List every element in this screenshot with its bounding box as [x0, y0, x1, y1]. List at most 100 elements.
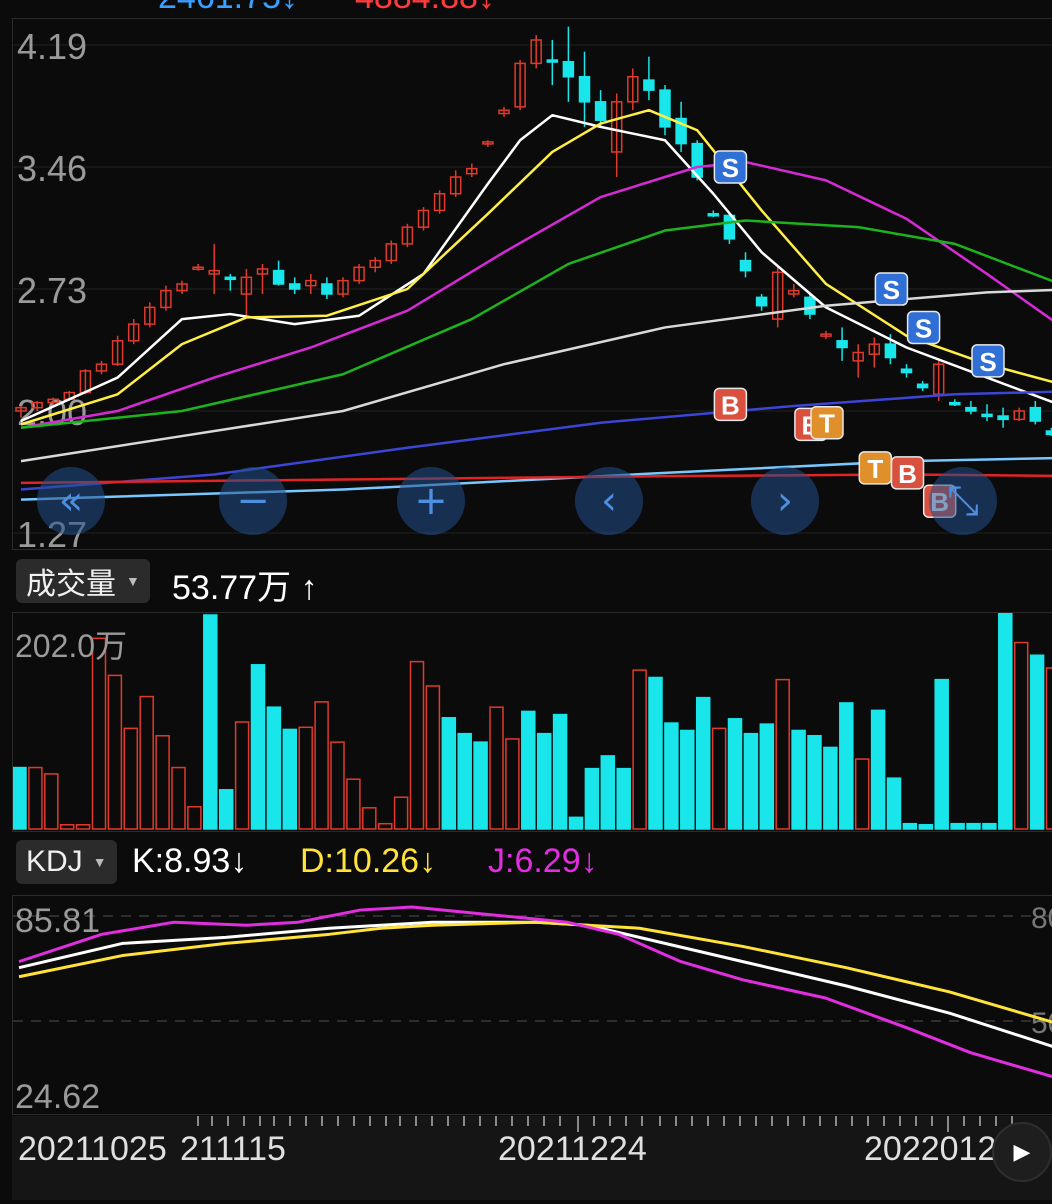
volume-arrow-icon: ↑	[300, 569, 318, 607]
volume-bar	[934, 678, 949, 830]
volume-bar	[187, 806, 202, 830]
volume-bar	[568, 816, 584, 830]
volume-bar	[727, 718, 743, 830]
d-readout: D:10.26↓	[300, 842, 437, 880]
volume-bar	[425, 685, 441, 830]
volume-bar	[552, 713, 568, 830]
scroll-left-button[interactable]: «	[37, 467, 105, 535]
volume-bar	[823, 746, 838, 830]
volume-value: 53.77万	[172, 569, 292, 607]
candle-body	[949, 401, 961, 406]
zoom-out-button[interactable]: −	[219, 467, 287, 535]
signal-marker-B: B	[713, 387, 748, 422]
volume-bar	[950, 822, 965, 830]
volume-bar	[203, 614, 218, 830]
volume-bar	[839, 702, 854, 830]
right-axis-label: 80	[1031, 902, 1052, 935]
kdj-panel[interactable]: 80 50 85.81 24.62	[12, 895, 1052, 1115]
candle-body	[965, 406, 977, 412]
dropdown-triangle-icon: ▼	[126, 573, 140, 589]
volume-bar	[13, 766, 27, 830]
kdj-header: KDJ ▼ K:8.93↓ D:10.26↓ J:6.29↓	[0, 836, 1052, 888]
prev-button[interactable]: ‹	[575, 467, 643, 535]
volume-bar	[982, 822, 997, 830]
dropdown-triangle-icon: ▼	[92, 854, 107, 870]
fullscreen-button[interactable]: ⤡	[929, 467, 997, 535]
volume-bar	[886, 777, 902, 830]
volume-bar	[1029, 654, 1045, 830]
volume-bar	[807, 735, 822, 830]
j-line	[18, 905, 1052, 1079]
volume-bar	[966, 822, 981, 830]
kdj-max-label: 85.81	[15, 902, 100, 940]
candle-body	[594, 101, 607, 121]
volume-bar	[155, 735, 170, 830]
candle-body	[981, 413, 993, 418]
volume-bar	[28, 766, 43, 830]
volume-bar	[489, 706, 504, 830]
signal-label: S	[979, 347, 996, 377]
volume-bar	[457, 732, 472, 830]
date-label: 20211025	[18, 1130, 167, 1168]
volume-bar	[616, 767, 631, 830]
candle-body	[836, 340, 848, 349]
candle-body	[224, 276, 237, 281]
price-panel[interactable]: 4.193.462.732.001.27SBBTSSTBBSBBSBSB «−+…	[12, 18, 1052, 550]
signal-marker-S: S	[874, 272, 909, 306]
volume-bar	[600, 755, 616, 830]
candle-body	[288, 283, 301, 290]
candle-body	[578, 76, 591, 103]
volume-bar	[409, 660, 425, 830]
y-tick-label: 2.73	[17, 270, 87, 311]
kdj-indicator-selector[interactable]: KDJ ▼	[16, 840, 117, 884]
top-left-readout: 2461.75↓	[158, 0, 298, 14]
volume-bar	[711, 727, 727, 830]
volume-bar	[441, 717, 457, 830]
volume-bar	[664, 722, 679, 830]
signal-marker-T: T	[858, 451, 893, 485]
candle-body	[804, 296, 816, 315]
k-readout: K:8.93↓	[132, 842, 248, 880]
volume-bar	[1045, 667, 1052, 830]
volume-bar	[584, 767, 600, 830]
volume-bar	[44, 773, 59, 830]
volume-bar	[234, 721, 250, 830]
date-label: 211115	[180, 1130, 286, 1168]
volume-panel[interactable]: 202.0万	[12, 612, 1052, 832]
volume-bar	[775, 678, 790, 830]
volume-bar	[282, 728, 298, 830]
candle-body	[643, 79, 655, 91]
volume-bar	[759, 723, 775, 830]
signal-marker-T: T	[810, 405, 844, 440]
volume-chart[interactable]: 202.0万	[13, 613, 1052, 831]
k-line	[18, 920, 1052, 1048]
candle-body	[546, 59, 559, 63]
volume-bar	[377, 822, 393, 830]
d-line	[18, 920, 1052, 1024]
signal-marker-S: S	[971, 344, 1005, 378]
signal-label: B	[721, 390, 740, 420]
volume-readout: 53.77万 ↑	[172, 560, 318, 609]
volume-bar	[393, 796, 409, 830]
candle-body	[707, 213, 720, 217]
volume-bar	[266, 706, 282, 830]
signal-label: T	[867, 454, 883, 484]
volume-max-label: 202.0万	[15, 628, 127, 664]
play-forward-button[interactable]: ▶	[992, 1122, 1052, 1182]
zoom-in-button[interactable]: +	[397, 467, 465, 535]
date-axis[interactable]: 20211025 211115 20211224 2022012 ▶	[12, 1116, 1052, 1200]
date-label: 20211224	[498, 1130, 647, 1168]
volume-bar	[536, 732, 552, 830]
volume-indicator-selector[interactable]: 成交量 ▼	[16, 559, 150, 603]
volume-bar	[330, 741, 345, 830]
candlestick-chart[interactable]: 4.193.462.732.001.27SBBTSSTBBSBBSBSB	[13, 19, 1052, 549]
next-button[interactable]: ›	[751, 467, 819, 535]
candle-body	[884, 343, 897, 359]
volume-bar	[59, 824, 75, 830]
right-axis-label: 50	[1031, 1007, 1052, 1040]
candle-body	[997, 415, 1009, 421]
volume-bar	[918, 824, 934, 830]
signal-marker-B: B	[890, 456, 925, 490]
volume-bar	[362, 807, 377, 830]
kdj-chart[interactable]: 80 50 85.81 24.62	[13, 896, 1052, 1114]
